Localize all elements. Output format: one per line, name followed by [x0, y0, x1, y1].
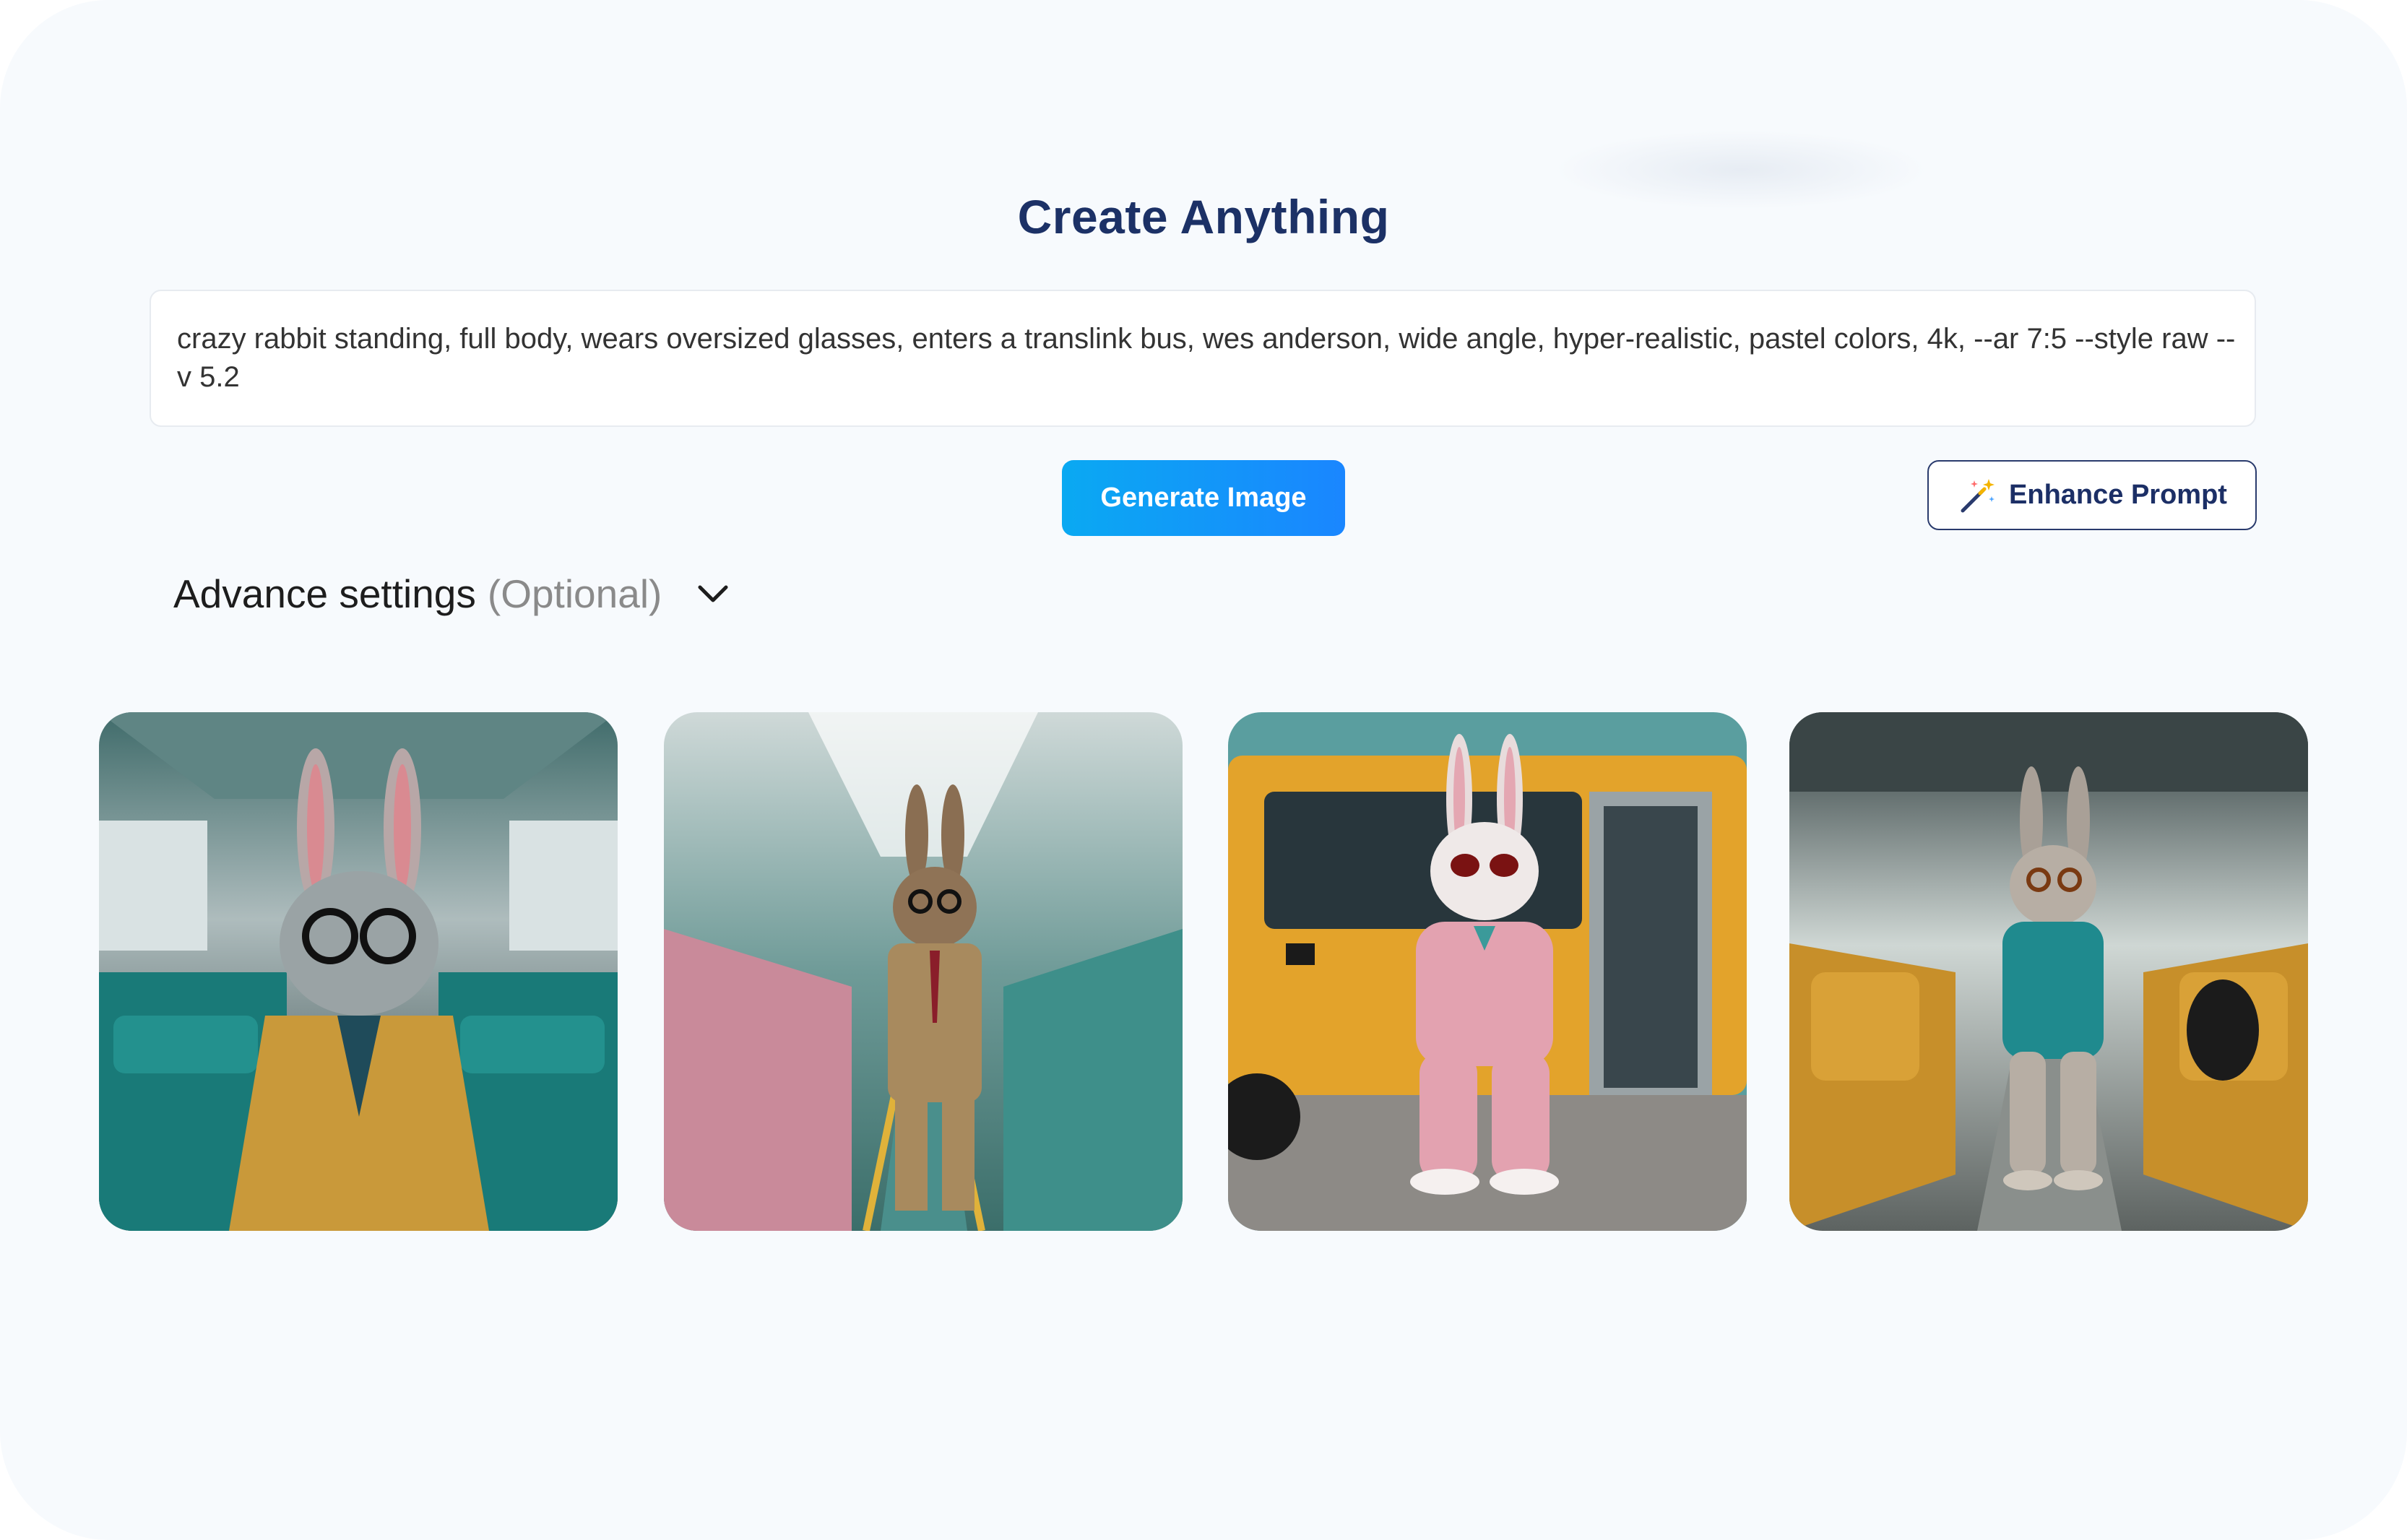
enhance-prompt-button[interactable]: Enhance Prompt [1927, 460, 2257, 530]
generated-image-4[interactable] [1789, 712, 2308, 1231]
generated-image-1[interactable] [99, 712, 618, 1231]
generated-image-4-art [1789, 712, 2308, 1231]
prompt-text[interactable]: crazy rabbit standing, full body, wears … [177, 320, 2236, 397]
advanced-settings-label: Advance settings [173, 571, 476, 616]
generated-image-1-art [99, 712, 618, 1231]
chevron-down-icon[interactable] [696, 583, 730, 605]
advanced-settings-optional: (Optional) [487, 571, 662, 616]
generate-image-label: Generate Image [1100, 483, 1307, 513]
generated-image-2[interactable] [664, 712, 1183, 1231]
app-window: Create Anything crazy rabbit standing, f… [0, 0, 2407, 1540]
prompt-textarea[interactable]: crazy rabbit standing, full body, wears … [150, 290, 2256, 427]
page-title: Create Anything [1017, 190, 1390, 243]
generate-image-button[interactable]: Generate Image [1062, 460, 1345, 536]
generated-image-2-art [664, 712, 1183, 1231]
magic-wand-icon [1961, 478, 1995, 512]
enhance-prompt-label: Enhance Prompt [2009, 480, 2227, 510]
image-gallery [0, 712, 2407, 1232]
advanced-settings-toggle[interactable]: Advance settings (Optional) [173, 571, 730, 617]
generated-image-3[interactable] [1228, 712, 1747, 1231]
generated-image-3-art [1228, 712, 1747, 1231]
